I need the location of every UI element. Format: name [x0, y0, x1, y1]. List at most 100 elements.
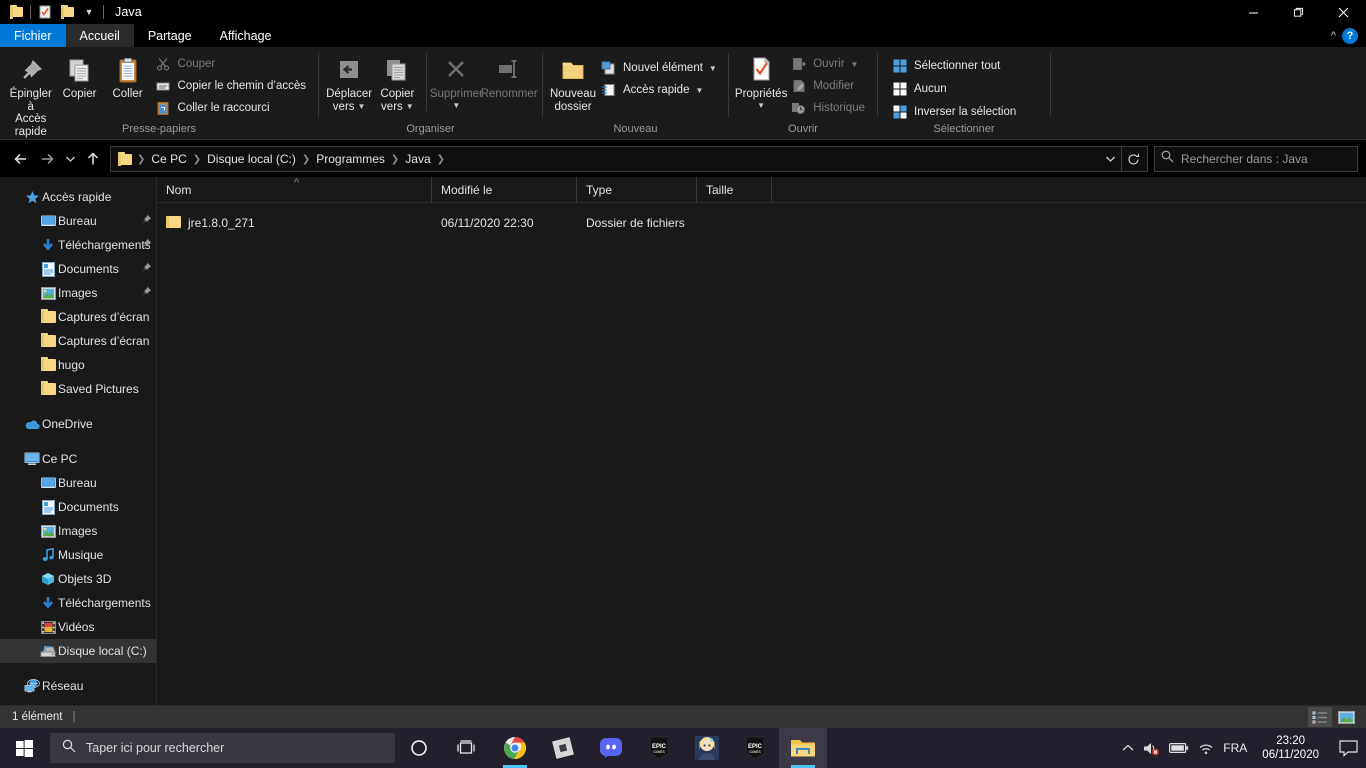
language-indicator[interactable]: FRA: [1223, 741, 1247, 755]
ribbon-paste-shortcut-button[interactable]: Coller le raccourci: [152, 98, 312, 118]
epic-games-icon[interactable]: EPIC GAMES: [635, 728, 683, 768]
recent-locations-button[interactable]: [60, 146, 80, 172]
sidebar-item-bureau[interactable]: Bureau: [0, 471, 156, 495]
epic-games-icon-2[interactable]: EPIC GAMES: [731, 728, 779, 768]
sidebar-item-disque-local-c[interactable]: Disque local (C:): [0, 639, 156, 663]
qat-customize-button[interactable]: ▼: [78, 1, 100, 23]
sidebar-item-telechargements-qa[interactable]: Téléchargements: [0, 233, 156, 257]
ribbon-copy-button[interactable]: Copier: [56, 51, 104, 101]
back-button[interactable]: [8, 146, 34, 172]
tab-accueil[interactable]: Accueil: [65, 24, 134, 47]
table-row[interactable]: jre1.8.0_271 06/11/2020 22:30 Dossier de…: [157, 212, 1366, 234]
sidebar-item-objets-3d[interactable]: Objets 3D: [0, 567, 156, 591]
tab-affichage[interactable]: Affichage: [206, 24, 286, 47]
sidebar-item-captures-decran-1[interactable]: Captures d’écran: [0, 305, 156, 329]
chevron-up-icon[interactable]: ^: [1331, 30, 1336, 42]
large-icons-view-icon[interactable]: [1334, 707, 1358, 727]
roblox-icon[interactable]: [539, 728, 587, 768]
sidebar-item-captures-decran-2[interactable]: Captures d’écran: [0, 329, 156, 353]
column-header-taille[interactable]: Taille: [697, 177, 772, 203]
ribbon-select-none-button[interactable]: Aucun: [888, 79, 1022, 99]
file-explorer-icon[interactable]: [779, 728, 827, 768]
tab-partage[interactable]: Partage: [134, 24, 206, 47]
breadcrumb-item-java[interactable]: Java: [400, 147, 435, 171]
sidebar-item-hugo[interactable]: hugo: [0, 353, 156, 377]
discord-icon[interactable]: [587, 728, 635, 768]
ribbon-history-button[interactable]: Historique: [787, 98, 871, 118]
sidebar-item-musique[interactable]: Musique: [0, 543, 156, 567]
pin-icon[interactable]: [141, 214, 152, 228]
ribbon-new-item-button[interactable]: Nouvel élément ▼: [597, 58, 723, 78]
wifi-icon[interactable]: [1198, 742, 1214, 755]
column-header-modifie-le[interactable]: Modifié le: [432, 177, 577, 203]
sidebar-item-saved-pictures[interactable]: Saved Pictures: [0, 377, 156, 401]
windows-logo-icon[interactable]: [0, 728, 48, 768]
breadcrumb-sep-4[interactable]: ❯: [436, 154, 446, 165]
ribbon-copy-path-button[interactable]: Copier le chemin d’accès: [152, 76, 312, 96]
qat-new-folder-icon[interactable]: [56, 1, 78, 23]
pin-icon[interactable]: [141, 286, 152, 300]
ribbon-new-folder-button[interactable]: Nouveau dossier: [549, 51, 597, 113]
ribbon-select-all-button[interactable]: Sélectionner tout: [888, 56, 1022, 76]
maximize-button[interactable]: [1276, 0, 1321, 24]
breadcrumb-item-programmes[interactable]: Programmes: [311, 147, 390, 171]
breadcrumb[interactable]: ❯ Ce PC ❯ Disque local (C:) ❯ Programmes…: [110, 146, 1148, 172]
ribbon-open-button[interactable]: Ouvrir ▼: [787, 54, 871, 74]
qat-properties-icon[interactable]: [34, 1, 56, 23]
ribbon-delete-button[interactable]: Supprimer ▼: [430, 51, 483, 110]
sidebar-item-ce-pc[interactable]: Ce PC: [0, 447, 156, 471]
tray-overflow-icon[interactable]: [1122, 744, 1134, 753]
sidebar-item-documents[interactable]: Documents: [0, 495, 156, 519]
column-header-type[interactable]: Type: [577, 177, 697, 203]
ribbon-quick-access-button[interactable]: Accès rapide ▼: [597, 80, 723, 100]
genshin-impact-icon[interactable]: [683, 728, 731, 768]
search-input[interactable]: Rechercher dans : Java: [1181, 152, 1308, 166]
ribbon-invert-selection-button[interactable]: Inverser la sélection: [888, 102, 1022, 122]
breadcrumb-dropdown-icon[interactable]: [1099, 155, 1121, 163]
cortana-icon[interactable]: [395, 728, 443, 768]
sidebar-item-bureau-qa[interactable]: Bureau: [0, 209, 156, 233]
sidebar-item-documents-qa[interactable]: Documents: [0, 257, 156, 281]
refresh-icon[interactable]: [1121, 147, 1145, 171]
battery-icon[interactable]: [1169, 742, 1189, 754]
ribbon-paste-button[interactable]: Coller: [104, 51, 152, 101]
chrome-icon[interactable]: [491, 728, 539, 768]
taskbar-search-input[interactable]: Taper ici pour rechercher: [50, 733, 395, 763]
ribbon-rename-button[interactable]: Renommer: [481, 51, 538, 101]
pin-icon[interactable]: [141, 238, 152, 252]
onedrive-icon: [22, 419, 42, 430]
task-view-icon[interactable]: [443, 728, 491, 768]
breadcrumb-item-disque-local[interactable]: Disque local (C:): [202, 147, 301, 171]
file-name-cell[interactable]: jre1.8.0_271: [157, 215, 432, 231]
ribbon-properties-button[interactable]: Propriétés ▼: [735, 51, 787, 110]
breadcrumb-item-ce-pc[interactable]: Ce PC: [146, 147, 191, 171]
breadcrumb-sep-3[interactable]: ❯: [390, 154, 400, 165]
up-button[interactable]: [80, 146, 106, 172]
search-box[interactable]: Rechercher dans : Java: [1154, 146, 1358, 172]
sidebar-item-acces-rapide[interactable]: Accès rapide: [0, 185, 156, 209]
breadcrumb-sep-2[interactable]: ❯: [301, 154, 311, 165]
tab-fichier[interactable]: Fichier: [0, 24, 66, 47]
breadcrumb-sep-1[interactable]: ❯: [192, 154, 202, 165]
ribbon-cut-button[interactable]: Couper: [152, 54, 312, 74]
notification-icon[interactable]: [1334, 728, 1362, 768]
minimize-button[interactable]: [1231, 0, 1276, 24]
pin-icon[interactable]: [141, 262, 152, 276]
sidebar-item-onedrive[interactable]: OneDrive: [0, 412, 156, 436]
close-button[interactable]: [1321, 0, 1366, 24]
volume-muted-icon[interactable]: [1143, 741, 1160, 756]
forward-button[interactable]: [34, 146, 60, 172]
help-icon[interactable]: ?: [1342, 27, 1358, 44]
details-view-icon[interactable]: [1308, 707, 1332, 727]
ribbon-edit-button[interactable]: Modifier: [787, 76, 871, 96]
ribbon-move-to-button[interactable]: Déplacer vers ▼: [325, 51, 373, 113]
qat-folder-icon[interactable]: [5, 1, 27, 23]
sidebar-item-videos[interactable]: Vidéos: [0, 615, 156, 639]
clock[interactable]: 23:20 06/11/2020: [1262, 734, 1319, 762]
sidebar-item-telechargements[interactable]: Téléchargements: [0, 591, 156, 615]
column-header-nom[interactable]: Nom: [157, 170, 432, 203]
sidebar-item-images[interactable]: Images: [0, 519, 156, 543]
sidebar-item-images-qa[interactable]: Images: [0, 281, 156, 305]
sidebar-item-reseau[interactable]: Réseau: [0, 674, 156, 698]
ribbon-copy-to-button[interactable]: Copier vers ▼: [373, 51, 421, 113]
